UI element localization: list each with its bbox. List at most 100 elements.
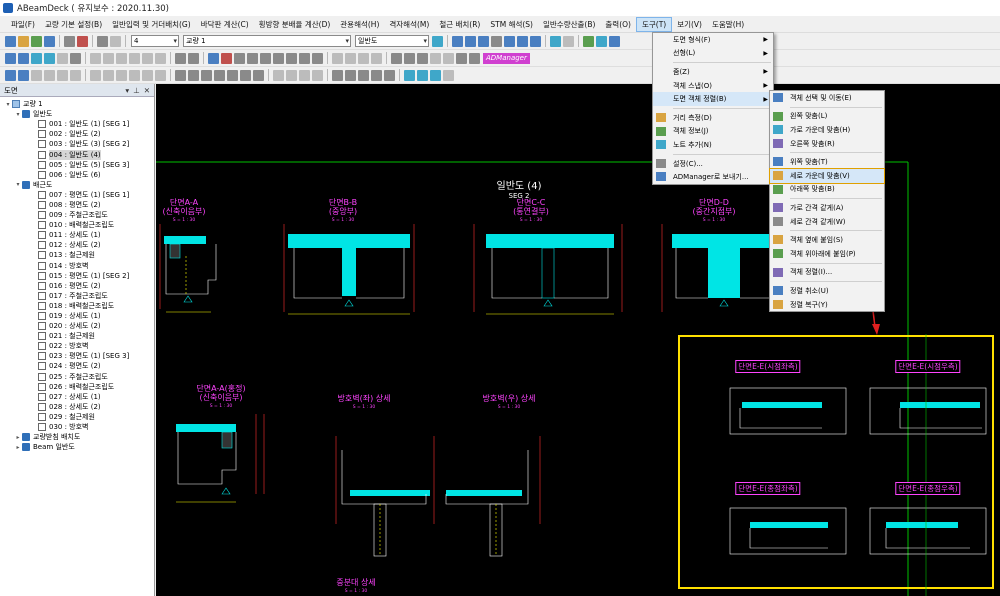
align_menu-item-3[interactable]: 가로 가운데 맞춤(H) [770,123,884,137]
open-recent-icon[interactable] [31,35,42,47]
menu-item-9[interactable]: 일반수량산출(B) [538,17,600,32]
zoom-realtime-icon[interactable] [5,69,16,81]
snap-node-icon[interactable] [70,69,81,81]
open-folder-icon[interactable] [18,35,29,47]
align_menu-item-19[interactable]: 정렬 복구(Y) [770,298,884,312]
tree-item-drawing[interactable]: 024 : 평면도 (2) [0,361,154,371]
tree-item-drawing[interactable]: 025 : 주철근조립도 [0,372,154,382]
menu-item-11[interactable]: 도구(T) [635,16,673,32]
tools_menu-item-7[interactable]: 거리 측정(D) [653,111,773,125]
save-icon[interactable] [44,35,55,47]
snap-insert-icon[interactable] [155,69,166,81]
section-icon[interactable] [404,69,415,81]
align_menu-item-8[interactable]: 아래쪽 맞춤(B) [770,183,884,197]
print-icon[interactable] [97,35,108,47]
dim-diameter-icon[interactable] [227,69,238,81]
align_menu-item-6[interactable]: 위쪽 맞춤(T) [770,155,884,169]
dim-baseline-icon[interactable] [253,69,264,81]
detail-icon[interactable] [417,69,428,81]
snap-tangent-icon[interactable] [116,69,127,81]
tree-item-drawing[interactable]: 004 : 일반도 (4) [0,149,154,160]
arrow-tool-icon[interactable] [609,35,620,47]
align_menu-item-2[interactable]: 왼쪽 맞춤(L) [770,110,884,124]
page-number-input[interactable]: 4 [131,35,179,47]
expand-toggle-icon[interactable]: ▾ [14,111,22,118]
expand-toggle-icon[interactable]: ▸ [14,444,22,451]
tree-item-drawing[interactable]: 028 : 상세도 (2) [0,402,154,412]
leader-icon[interactable] [273,69,284,81]
tree-item-drawing[interactable]: 008 : 평면도 (2) [0,200,154,210]
refresh-icon[interactable] [550,35,561,47]
menu-item-6[interactable]: 격자해석(M) [384,17,434,32]
zoom-previous-icon[interactable] [57,52,68,64]
dim-radius-icon[interactable] [214,69,225,81]
pin-icon[interactable]: ⊥ [133,86,140,95]
redo-icon[interactable] [469,52,480,64]
zoom-window-icon[interactable] [31,52,42,64]
tree-item-drawing[interactable]: 017 : 주철근조립도 [0,291,154,301]
move-icon[interactable] [596,35,607,47]
circle-icon[interactable] [129,52,140,64]
tree-item-group[interactable]: ▾ 배근도 [0,180,154,190]
align_menu-item-13[interactable]: 객체 옆에 붙임(S) [770,233,884,247]
expand-toggle-icon[interactable]: ▾ [4,101,12,108]
dim-continue-icon[interactable] [240,69,251,81]
stretch-icon[interactable] [312,52,323,64]
tree-item-drawing[interactable]: 029 : 철근제원 [0,412,154,422]
align_menu-item-0[interactable]: 객체 선택 및 이동(E) [770,91,884,105]
align_menu-item-18[interactable]: 정렬 취소(U) [770,284,884,298]
snap-perpendicular-icon[interactable] [103,69,114,81]
prev-page-icon[interactable] [465,35,476,47]
tools_menu-item-3[interactable]: 줌(Z) ▶ [653,65,773,79]
erase-icon[interactable] [221,52,232,64]
tree-item-drawing[interactable]: 014 : 방호벽 [0,261,154,271]
mirror-icon[interactable] [247,52,258,64]
offset-icon[interactable] [260,52,271,64]
north-arrow-icon[interactable] [443,69,454,81]
snap-intersection-icon[interactable] [90,69,101,81]
snap-center-icon[interactable] [57,69,68,81]
zoom-in-icon[interactable] [5,52,16,64]
drawing-type-select[interactable]: 일반도 [355,35,429,47]
menu-item-5[interactable]: 관용해석(H) [335,17,384,32]
tree-item-drawing[interactable]: 010 : 배력철근조립도 [0,220,154,230]
tools_menu-item-8[interactable]: 객체 정보(J) [653,125,773,139]
break-icon[interactable] [332,52,343,64]
last-page-icon[interactable] [530,35,541,47]
tree-item-drawing[interactable]: 021 : 철근제원 [0,331,154,341]
view-options-icon[interactable] [563,35,574,47]
tree-item-drawing[interactable]: 007 : 평면도 (1) [SEG 1] [0,190,154,200]
align_menu-item-11[interactable]: 세로 간격 같게(W) [770,215,884,229]
tree-item-drawing[interactable]: 011 : 상세도 (1) [0,230,154,240]
rotate-icon[interactable] [286,52,297,64]
tree-item-drawing[interactable]: 022 : 방호벽 [0,341,154,351]
chamfer-icon[interactable] [345,52,356,64]
layer-off-icon[interactable] [358,69,369,81]
rectangle-icon[interactable] [142,52,153,64]
scale-icon[interactable] [299,52,310,64]
menu-item-13[interactable]: 도움말(H) [707,17,749,32]
pan-hand-icon[interactable] [70,52,81,64]
next-page-icon[interactable] [517,35,528,47]
tree-item-drawing[interactable]: 030 : 방호벽 [0,422,154,432]
select-icon[interactable] [208,52,219,64]
menu-item-2[interactable]: 일반입력 및 거더배치(G) [107,17,196,32]
zoom-page-icon[interactable] [432,35,443,47]
dim-angular-icon[interactable] [201,69,212,81]
tree-item-group[interactable]: ▸ 교량받침 배치도 [0,432,154,442]
panel-dropdown-icon[interactable]: ▾ [125,86,129,95]
menu-item-10[interactable]: 출력(O) [600,17,636,32]
tree-item-drawing[interactable]: 018 : 배력철근조립도 [0,301,154,311]
regen-icon[interactable] [443,52,454,64]
hatch-icon[interactable] [391,52,402,64]
tree-item-drawing[interactable]: 006 : 일반도 (6) [0,170,154,180]
tree-item-group[interactable]: ▾ 교량 1 [0,99,154,109]
tree-item-drawing[interactable]: 002 : 일반도 (2) [0,129,154,139]
tools_menu-item-12[interactable]: ADManager로 보내기... [653,170,773,184]
redraw-icon[interactable] [430,52,441,64]
fillet-icon[interactable] [358,52,369,64]
expand-toggle-icon[interactable]: ▸ [14,434,22,441]
tools_menu-item-5[interactable]: 도면 객체 정렬(B) ▶ [653,92,773,106]
tree-item-drawing[interactable]: 023 : 평면도 (1) [SEG 3] [0,351,154,361]
tree-item-drawing[interactable]: 001 : 일반도 (1) [SEG 1] [0,119,154,129]
